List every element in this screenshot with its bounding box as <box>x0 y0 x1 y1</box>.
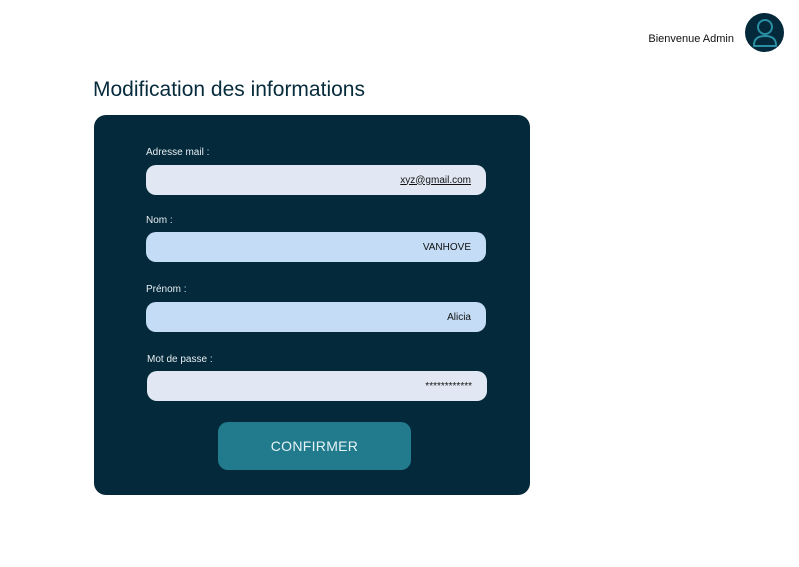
last-name-field[interactable]: VANHOVE <box>146 232 486 262</box>
confirm-button[interactable]: CONFIRMER <box>218 422 411 470</box>
first-name-value: Alicia <box>447 311 471 323</box>
email-field[interactable]: xyz@gmail.com <box>146 165 486 195</box>
first-name-field[interactable]: Alicia <box>146 302 486 332</box>
last-name-value: VANHOVE <box>422 241 471 253</box>
user-icon <box>752 18 777 47</box>
user-avatar[interactable] <box>745 13 784 52</box>
last-name-label: Nom : <box>146 215 173 226</box>
password-label: Mot de passe : <box>147 354 213 365</box>
email-value: xyz@gmail.com <box>400 174 471 186</box>
header-greeting: Bienvenue Admin <box>648 33 734 45</box>
first-name-label: Prénom : <box>146 284 187 295</box>
edit-info-form: Adresse mail : xyz@gmail.com Nom : VANHO… <box>94 115 530 495</box>
email-label: Adresse mail : <box>146 147 210 158</box>
page-title: Modification des informations <box>93 78 365 101</box>
password-field[interactable]: ************ <box>147 371 487 401</box>
password-value: ************ <box>425 380 472 392</box>
